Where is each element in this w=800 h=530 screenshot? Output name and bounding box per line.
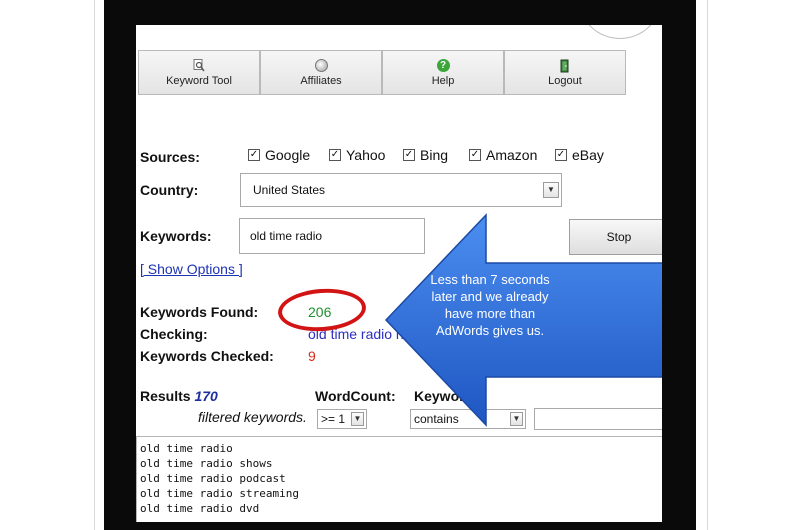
keywords-found-label: Keywords Found:	[140, 304, 259, 320]
main-toolbar: Keyword Tool Affiliates ? Help Logout	[138, 50, 626, 95]
ebay-label: eBay	[572, 147, 604, 163]
results-count: 170	[194, 388, 218, 404]
source-bing[interactable]: ✓ Bing	[403, 147, 448, 163]
video-frame-left	[104, 0, 136, 530]
chevron-down-icon[interactable]: ▼	[543, 182, 559, 198]
logout-button[interactable]: Logout	[504, 50, 626, 95]
list-item: old time radio shows	[140, 457, 273, 470]
bing-checkbox[interactable]: ✓	[403, 149, 415, 161]
help-icon: ?	[436, 59, 450, 73]
country-value: United States	[253, 183, 326, 197]
help-label: Help	[431, 74, 455, 87]
affiliates-label: Affiliates	[300, 74, 342, 87]
chevron-down-icon[interactable]: ▼	[351, 412, 364, 426]
video-frame-top	[104, 0, 664, 25]
keywords-value: old time radio	[250, 229, 323, 243]
video-frame-right	[662, 0, 696, 530]
amazon-checkbox[interactable]: ✓	[469, 149, 481, 161]
page-left-border	[94, 0, 95, 530]
source-yahoo[interactable]: ✓ Yahoo	[329, 147, 385, 163]
checking-label: Checking:	[140, 326, 208, 342]
wordcount-select[interactable]: >= 1 ▼	[317, 409, 367, 429]
list-item: old time radio dvd	[140, 502, 260, 515]
magnifier-icon	[192, 59, 206, 73]
affiliates-icon	[314, 59, 328, 73]
results-label: Results	[140, 388, 191, 404]
bing-label: Bing	[420, 147, 449, 163]
keywords-checked-label: Keywords Checked:	[140, 348, 274, 364]
logo-arc	[580, 25, 660, 39]
help-button[interactable]: ? Help	[382, 50, 504, 95]
ebay-checkbox[interactable]: ✓	[555, 149, 567, 161]
video-frame-bottom	[104, 522, 696, 530]
show-options-link[interactable]: [ Show Options ]	[140, 261, 243, 277]
keywords-label: Keywords:	[140, 228, 212, 244]
wordcount-value: >= 1	[321, 412, 346, 426]
yahoo-checkbox[interactable]: ✓	[329, 149, 341, 161]
logout-label: Logout	[548, 74, 582, 87]
country-label: Country:	[140, 182, 199, 198]
door-exit-icon	[558, 59, 572, 73]
results-list[interactable]: old time radio old time radio shows old …	[136, 436, 662, 522]
keyword-tool-label: Keyword Tool	[166, 74, 232, 87]
google-label: Google	[265, 147, 311, 163]
results-summary: Results 170	[140, 388, 218, 404]
keywords-checked-value: 9	[308, 348, 316, 364]
affiliates-button[interactable]: Affiliates	[260, 50, 382, 95]
keyword-tool-app: Keyword Tool Affiliates ? Help Logout So…	[136, 25, 662, 522]
list-item: old time radio streaming	[140, 487, 299, 500]
keyword-tool-button[interactable]: Keyword Tool	[138, 50, 260, 95]
source-amazon[interactable]: ✓ Amazon	[469, 147, 537, 163]
filtered-keywords-text: filtered keywords.	[198, 409, 307, 425]
source-google[interactable]: ✓ Google	[248, 147, 310, 163]
amazon-label: Amazon	[486, 147, 538, 163]
page-right-border	[707, 0, 708, 530]
list-item: old time radio	[140, 442, 233, 455]
sources-label: Sources:	[140, 149, 200, 165]
list-item: old time radio podcast	[140, 472, 286, 485]
google-checkbox[interactable]: ✓	[248, 149, 260, 161]
country-select[interactable]: United States ▼	[240, 173, 562, 207]
source-ebay[interactable]: ✓ eBay	[555, 147, 604, 163]
yahoo-label: Yahoo	[346, 147, 386, 163]
callout-text: Less than 7 seconds later and we already…	[430, 272, 550, 338]
